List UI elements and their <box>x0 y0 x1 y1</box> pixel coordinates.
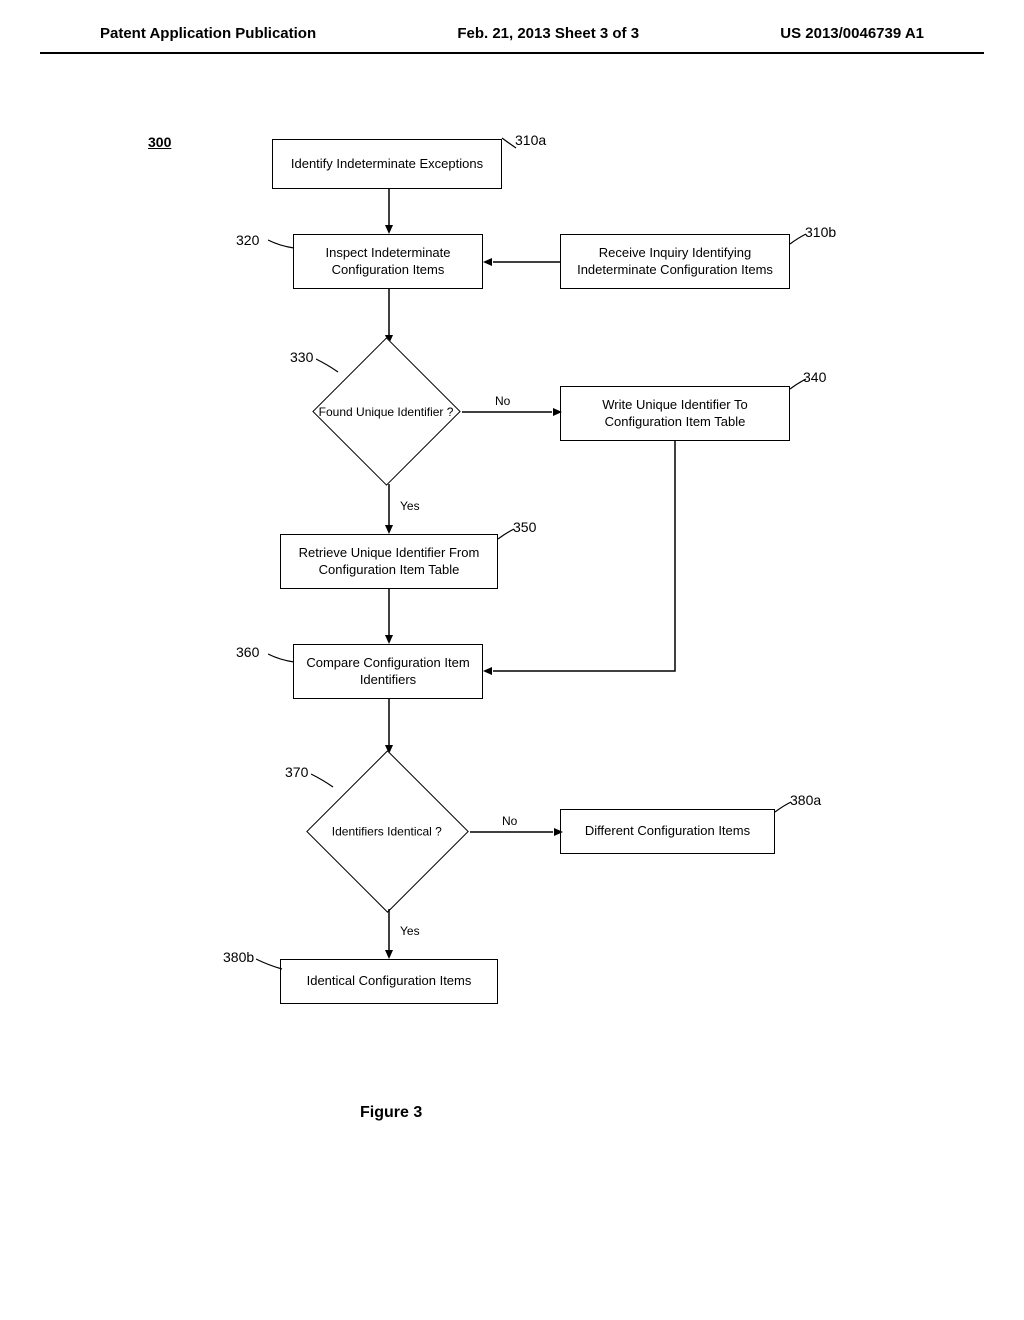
label-330-yes: Yes <box>398 499 422 513</box>
box-380a: Different Configuration Items <box>560 809 775 854</box>
ref-330: 330 <box>290 349 313 365</box>
diamond-370-text: Identifiers Identical ? <box>332 825 442 839</box>
box-310b: Receive Inquiry Identifying Indeterminat… <box>560 234 790 289</box>
box-380a-text: Different Configuration Items <box>585 823 750 840</box>
arrow-360-370 <box>384 699 394 754</box>
diamond-330-text: Found Unique Identifier ? <box>319 405 454 419</box>
patent-header: Patent Application Publication Feb. 21, … <box>40 0 984 54</box>
leader-380a <box>773 800 793 815</box>
arrow-340-360 <box>483 441 683 681</box>
arrow-310b-320 <box>483 257 563 267</box>
leader-340 <box>788 377 808 392</box>
ref-380a: 380a <box>790 792 821 808</box>
header-right: US 2013/0046739 A1 <box>780 25 924 42</box>
arrow-350-360 <box>384 589 394 644</box>
header-center: Feb. 21, 2013 Sheet 3 of 3 <box>457 25 639 42</box>
leader-320 <box>268 236 296 251</box>
flowchart-diagram: 300 Identify Indeterminate Exceptions 31… <box>0 114 1024 1214</box>
label-370-yes: Yes <box>398 924 422 938</box>
leader-360 <box>268 650 296 665</box>
leader-310a <box>500 136 518 151</box>
leader-370 <box>311 772 335 790</box>
arrow-330-350 <box>384 484 394 534</box>
ref-310a: 310a <box>515 132 546 148</box>
arrow-370-380a <box>470 827 563 837</box>
box-310a-text: Identify Indeterminate Exceptions <box>291 156 483 173</box>
arrow-370-380b <box>384 909 394 959</box>
leader-380b <box>256 957 284 972</box>
ref-310b: 310b <box>805 224 836 240</box>
figure-caption: Figure 3 <box>360 1104 422 1122</box>
label-370-no: No <box>500 814 519 828</box>
box-320: Inspect Indeterminate Configuration Item… <box>293 234 483 289</box>
box-340: Write Unique Identifier To Configuration… <box>560 386 790 441</box>
arrow-330-340 <box>462 407 562 417</box>
leader-310b <box>788 232 808 247</box>
arrow-310a-320 <box>384 189 394 234</box>
box-360-text: Compare Configuration Item Identifiers <box>302 655 474 689</box>
ref-320: 320 <box>236 232 259 248</box>
arrow-320-330 <box>384 289 394 344</box>
box-350: Retrieve Unique Identifier From Configur… <box>280 534 498 589</box>
leader-330 <box>316 357 340 375</box>
label-330-no: No <box>493 394 512 408</box>
box-360: Compare Configuration Item Identifiers <box>293 644 483 699</box>
box-310b-text: Receive Inquiry Identifying Indeterminat… <box>569 245 781 279</box>
ref-360: 360 <box>236 644 259 660</box>
ref-370: 370 <box>285 764 308 780</box>
box-380b: Identical Configuration Items <box>280 959 498 1004</box>
ref-380b: 380b <box>223 949 254 965</box>
header-left: Patent Application Publication <box>100 25 316 42</box>
box-340-text: Write Unique Identifier To Configuration… <box>569 397 781 431</box>
ref-300: 300 <box>148 134 171 150</box>
box-380b-text: Identical Configuration Items <box>307 973 472 990</box>
box-320-text: Inspect Indeterminate Configuration Item… <box>302 245 474 279</box>
box-350-text: Retrieve Unique Identifier From Configur… <box>289 545 489 579</box>
box-310a: Identify Indeterminate Exceptions <box>272 139 502 189</box>
